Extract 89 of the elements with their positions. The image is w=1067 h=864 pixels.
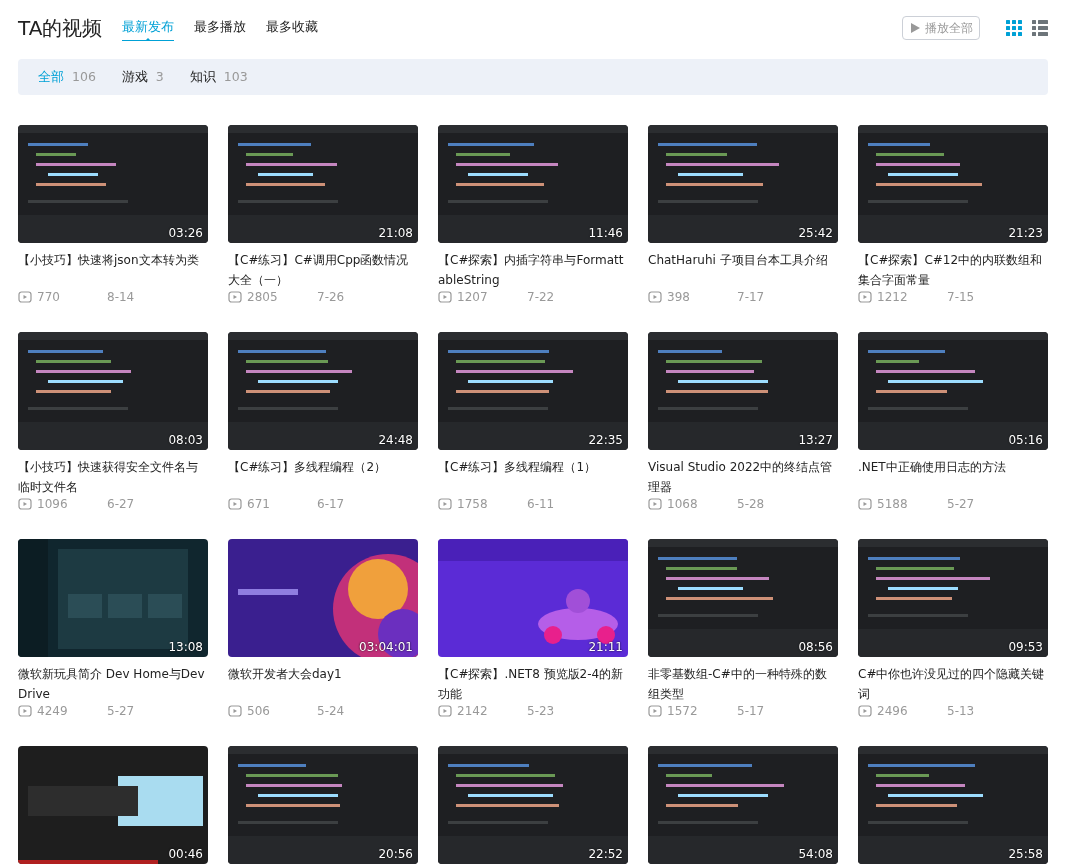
category-filter[interactable]: 游戏 3 [121,68,164,86]
video-title[interactable]: .NET中正确使用日志的方法 [858,457,1048,497]
video-thumbnail[interactable]: 21:11 [438,539,628,657]
duration-label: 05:16 [1008,433,1043,447]
video-thumbnail[interactable]: 03:04:01 [228,539,418,657]
section-title: TA的视频 [18,14,103,42]
upload-date: 5-27 [107,704,135,718]
play-count: 1572 [667,704,699,718]
upload-date: 7-15 [947,290,975,304]
play-count: 2805 [247,290,279,304]
video-title[interactable]: 【C#探索】内插字符串与FormattableString [438,250,628,290]
duration-label: 24:48 [378,433,413,447]
sort-tab[interactable]: 最多播放 [194,15,247,41]
video-title[interactable]: 【C#练习】多线程编程（1） [438,457,628,497]
duration-label: 13:08 [168,640,203,654]
play-count: 5188 [877,497,909,511]
duration-label: 11:46 [588,226,623,240]
duration-label: 22:52 [588,847,623,861]
duration-label: 54:08 [798,847,833,861]
video-title[interactable]: ChatHaruhi 子项目台本工具介绍 [648,250,838,290]
video-thumbnail[interactable]: 03:26 [18,125,208,243]
category-filter[interactable]: 知识 103 [189,68,248,86]
video-thumbnail[interactable]: 08:56 [648,539,838,657]
play-count: 1212 [877,290,909,304]
duration-label: 08:03 [168,433,203,447]
video-title[interactable]: 微软开发者大会day1 [228,664,418,704]
video-title[interactable]: 微软新玩具简介 Dev Home与Dev Drive [18,664,208,704]
duration-label: 00:46 [168,847,203,861]
upload-date: 7-26 [317,290,345,304]
duration-label: 03:26 [168,226,203,240]
play-count: 1068 [667,497,699,511]
play-count: 4249 [37,704,69,718]
sort-tab[interactable]: 最多收藏 [266,15,319,41]
upload-date: 5-23 [527,704,555,718]
duration-label: 25:42 [798,226,833,240]
duration-label: 21:11 [588,640,623,654]
duration-label: 09:53 [1008,640,1043,654]
duration-label: 21:08 [378,226,413,240]
play-count: 506 [247,704,271,718]
upload-date: 5-17 [737,704,765,718]
upload-date: 5-13 [947,704,975,718]
video-thumbnail[interactable]: 25:58 [858,746,1048,864]
play-count: 1207 [457,290,489,304]
play-count: 770 [37,290,61,304]
video-thumbnail[interactable]: 54:08 [648,746,838,864]
video-thumbnail[interactable]: 22:35 [438,332,628,450]
video-thumbnail[interactable]: 13:08 [18,539,208,657]
video-thumbnail[interactable]: 20:56 [228,746,418,864]
duration-label: 25:58 [1008,847,1043,861]
upload-date: 7-22 [527,290,555,304]
duration-label: 03:04:01 [359,640,413,654]
play-count: 1096 [37,497,69,511]
video-thumbnail[interactable]: 08:03 [18,332,208,450]
video-title[interactable]: 【小技巧】快速获得安全文件名与临时文件名 [18,457,208,497]
video-thumbnail[interactable]: 05:16 [858,332,1048,450]
upload-date: 6-27 [107,497,135,511]
duration-label: 21:23 [1008,226,1043,240]
video-title[interactable]: 【C#探索】C#12中的内联数组和集合字面常量 [858,250,1048,290]
video-title[interactable]: 【小技巧】快速将json文本转为类 [18,250,208,290]
duration-label: 13:27 [798,433,833,447]
video-thumbnail[interactable]: 22:52 [438,746,628,864]
video-title[interactable]: 【C#练习】C#调用Cpp函数情况大全（一） [228,250,418,290]
upload-date: 8-14 [107,290,135,304]
upload-date: 6-11 [527,497,555,511]
video-title[interactable]: 非零基数组-C#中的一种特殊的数组类型 [648,664,838,704]
video-title[interactable]: Visual Studio 2022中的终结点管理器 [648,457,838,497]
video-thumbnail[interactable]: 13:27 [648,332,838,450]
play-count: 1758 [457,497,489,511]
play-count: 398 [667,290,691,304]
video-thumbnail[interactable]: 09:53 [858,539,1048,657]
upload-date: 5-27 [947,497,975,511]
video-thumbnail[interactable]: 11:46 [438,125,628,243]
play-count: 2496 [877,704,909,718]
play-count: 2142 [457,704,489,718]
video-thumbnail[interactable]: 25:42 [648,125,838,243]
video-title[interactable]: 【C#探索】.NET8 预览版2-4的新功能 [438,664,628,704]
duration-label: 22:35 [588,433,623,447]
upload-date: 5-24 [317,704,345,718]
video-title[interactable]: 【C#练习】多线程编程（2） [228,457,418,497]
upload-date: 5-28 [737,497,765,511]
upload-date: 6-17 [317,497,345,511]
video-thumbnail[interactable]: 21:23 [858,125,1048,243]
video-title[interactable]: C#中你也许没见过的四个隐藏关键词 [858,664,1048,704]
upload-date: 7-17 [737,290,765,304]
duration-label: 08:56 [798,640,833,654]
video-thumbnail[interactable]: 24:48 [228,332,418,450]
play-count: 671 [247,497,271,511]
duration-label: 20:56 [378,847,413,861]
video-thumbnail[interactable]: 21:08 [228,125,418,243]
